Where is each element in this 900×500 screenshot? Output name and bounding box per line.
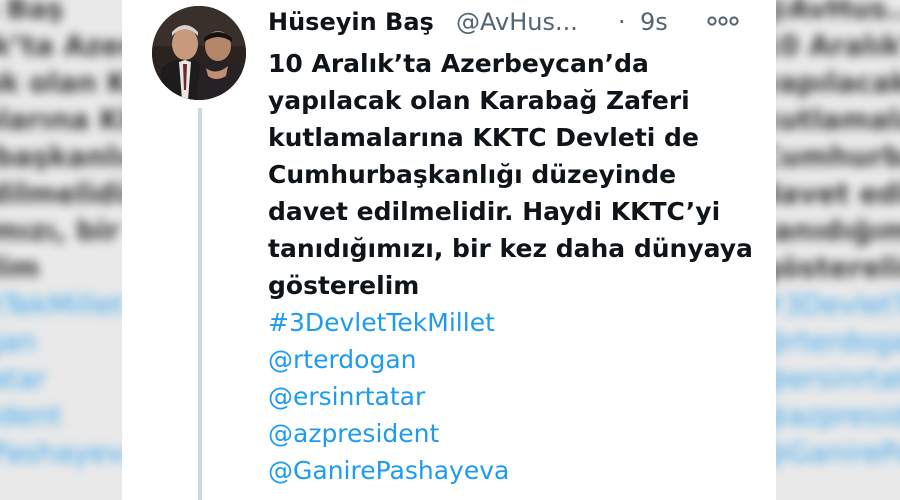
tweet-header: Hüseyin Baş @AvHus... · 9s	[268, 4, 768, 40]
blurred-line: @GanirePashayeva	[760, 436, 900, 469]
tweet-text-line: Cumhurbaşkanlığı düzeyinde	[268, 160, 677, 189]
avatar[interactable]	[152, 6, 246, 100]
tweet-text-line: tanıdığımızı, bir kez daha dünyaya	[268, 234, 753, 263]
screenshot-stage: Hüseyin Baş 10 Aralık’ta Azerbeycan’da y…	[0, 0, 900, 500]
mention-link[interactable]: @GanirePashayeva	[268, 452, 768, 489]
tweet-text-line: gösterelim	[268, 271, 420, 300]
blurred-text-lines: @AvHus... 10 Aralık’ta Azerbeycan’da yap…	[760, 0, 900, 471]
avatar-photo	[152, 6, 246, 100]
tweet-text-line: 10 Aralık’ta Azerbeycan’da	[268, 49, 649, 78]
blurred-line: kutlamalarına KKTC Devleti de	[760, 103, 900, 136]
thread-connector-line	[198, 108, 202, 500]
tweet-text-line: yapılacak olan Karabağ Zaferi	[268, 86, 690, 115]
more-options-icon[interactable]	[706, 8, 740, 34]
tweet-text-line: kutlamalarına KKTC Devleti de	[268, 123, 699, 152]
mention-link[interactable]: @azpresident	[268, 415, 768, 452]
blurred-line: Cumhurbaşkanlığı düzeyinde	[760, 140, 900, 173]
author-name[interactable]: Hüseyin Baş	[268, 8, 434, 36]
blurred-line: yapılacak olan Karabağ Zaferi	[760, 66, 900, 99]
blurred-line: @ersinrtatar	[760, 362, 900, 395]
blurred-line: tanıdığımızı, bir kez daha dünyaya	[760, 214, 900, 247]
tweet-card[interactable]: Hüseyin Baş @AvHus... · 9s 10 Aralık’ta …	[122, 0, 776, 500]
blurred-line: @AvHus...	[760, 0, 900, 25]
tweet-timestamp[interactable]: 9s	[640, 8, 668, 36]
tweet-text: 10 Aralık’ta Azerbeycan’da yapılacak ola…	[268, 45, 768, 489]
mention-link[interactable]: @ersinrtatar	[268, 378, 768, 415]
blurred-line: @azpresident	[760, 399, 900, 432]
author-handle[interactable]: @AvHus...	[456, 8, 578, 36]
tweet-text-line: davet edilmelidir. Haydi KKTC’yi	[268, 197, 721, 226]
blurred-line: 10 Aralık’ta Azerbeycan’da	[760, 29, 900, 62]
header-separator: ·	[618, 8, 626, 36]
hashtag-link[interactable]: #3DevletTekMillet	[268, 304, 768, 341]
blurred-line: #3DevletTekMillet	[760, 288, 900, 321]
blurred-line: gösterelim	[760, 251, 900, 284]
blurred-line: @rterdogan	[760, 325, 900, 358]
blurred-background-right: @AvHus... 10 Aralık’ta Azerbeycan’da yap…	[760, 0, 900, 500]
mention-link[interactable]: @rterdogan	[268, 341, 768, 378]
blurred-line: davet edilmelidir. Haydi KKTC’yi	[760, 177, 900, 210]
